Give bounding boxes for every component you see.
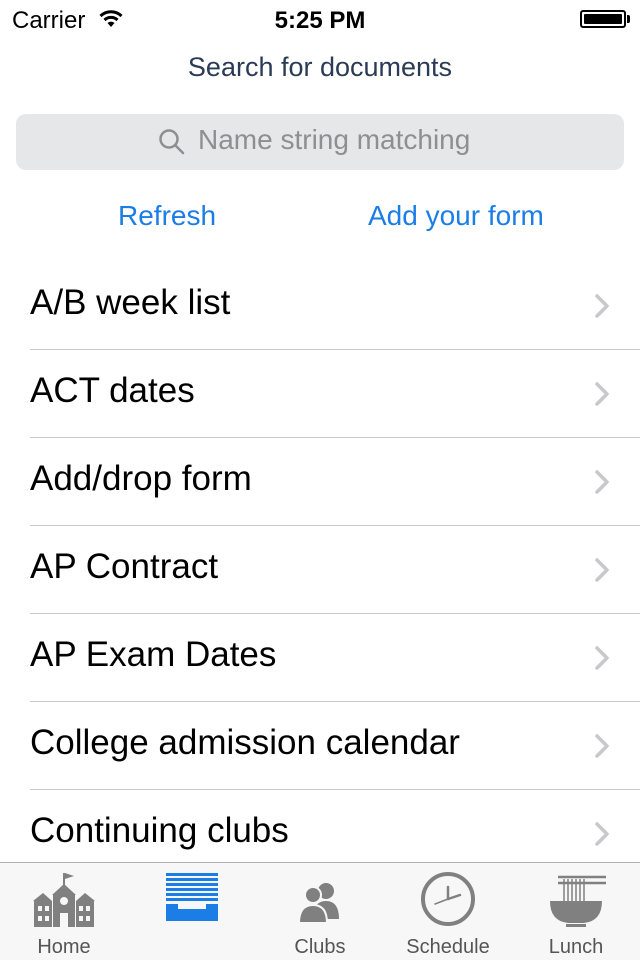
list-item-label: Add/drop form: [30, 459, 252, 498]
list-item[interactable]: Add/drop form: [0, 438, 640, 526]
noodle-bowl-icon: [550, 875, 606, 927]
tab-label: Clubs: [294, 936, 346, 958]
list-item-label: A/B week list: [30, 283, 231, 322]
list-item-label: College admission calendar: [30, 723, 460, 762]
status-bar: Carrier 5:25 PM: [0, 0, 640, 40]
battery-tip: [627, 15, 630, 23]
list-item[interactable]: A/B week list: [0, 262, 640, 350]
list-item-label: ACT dates: [30, 371, 195, 410]
chevron-right-icon: [595, 734, 609, 758]
page-title: Search for documents: [187, 52, 453, 82]
search-icon: [159, 129, 185, 155]
status-time: 5:25 PM: [274, 7, 366, 34]
chevron-right-icon: [595, 470, 609, 494]
clock-icon: [421, 872, 475, 926]
tab-schedule[interactable]: Schedule: [384, 863, 512, 961]
document-list: A/B week list ACT dates Add/drop form AP…: [0, 262, 640, 878]
tab-documents[interactable]: [128, 863, 256, 961]
tab-label: Schedule: [406, 936, 490, 958]
list-item[interactable]: AP Exam Dates: [0, 614, 640, 702]
chevron-right-icon: [595, 294, 609, 318]
chevron-right-icon: [595, 822, 609, 846]
chevron-right-icon: [595, 558, 609, 582]
school-building-icon: [33, 873, 95, 927]
tab-label: Home: [37, 936, 91, 958]
list-item[interactable]: ACT dates: [0, 350, 640, 438]
tab-clubs[interactable]: Clubs: [256, 863, 384, 961]
list-item[interactable]: College admission calendar: [0, 702, 640, 790]
document-tray-icon: [166, 873, 218, 921]
list-item[interactable]: AP Contract: [0, 526, 640, 614]
battery-icon: [580, 10, 626, 28]
chevron-right-icon: [595, 646, 609, 670]
list-item-label: AP Contract: [30, 547, 219, 586]
tab-label: Lunch: [548, 936, 604, 958]
chevron-right-icon: [595, 382, 609, 406]
tab-bar: Home Clubs Schedule Lunch: [0, 862, 640, 960]
tab-home[interactable]: Home: [0, 863, 128, 961]
people-icon: [297, 883, 339, 923]
refresh-button[interactable]: Refresh: [118, 200, 216, 232]
list-item-label: AP Exam Dates: [30, 635, 277, 674]
list-item-label: Continuing clubs: [30, 811, 289, 850]
tab-lunch[interactable]: Lunch: [512, 863, 640, 961]
add-form-button[interactable]: Add your form: [368, 200, 544, 232]
search-placeholder: Name string matching: [198, 124, 471, 155]
